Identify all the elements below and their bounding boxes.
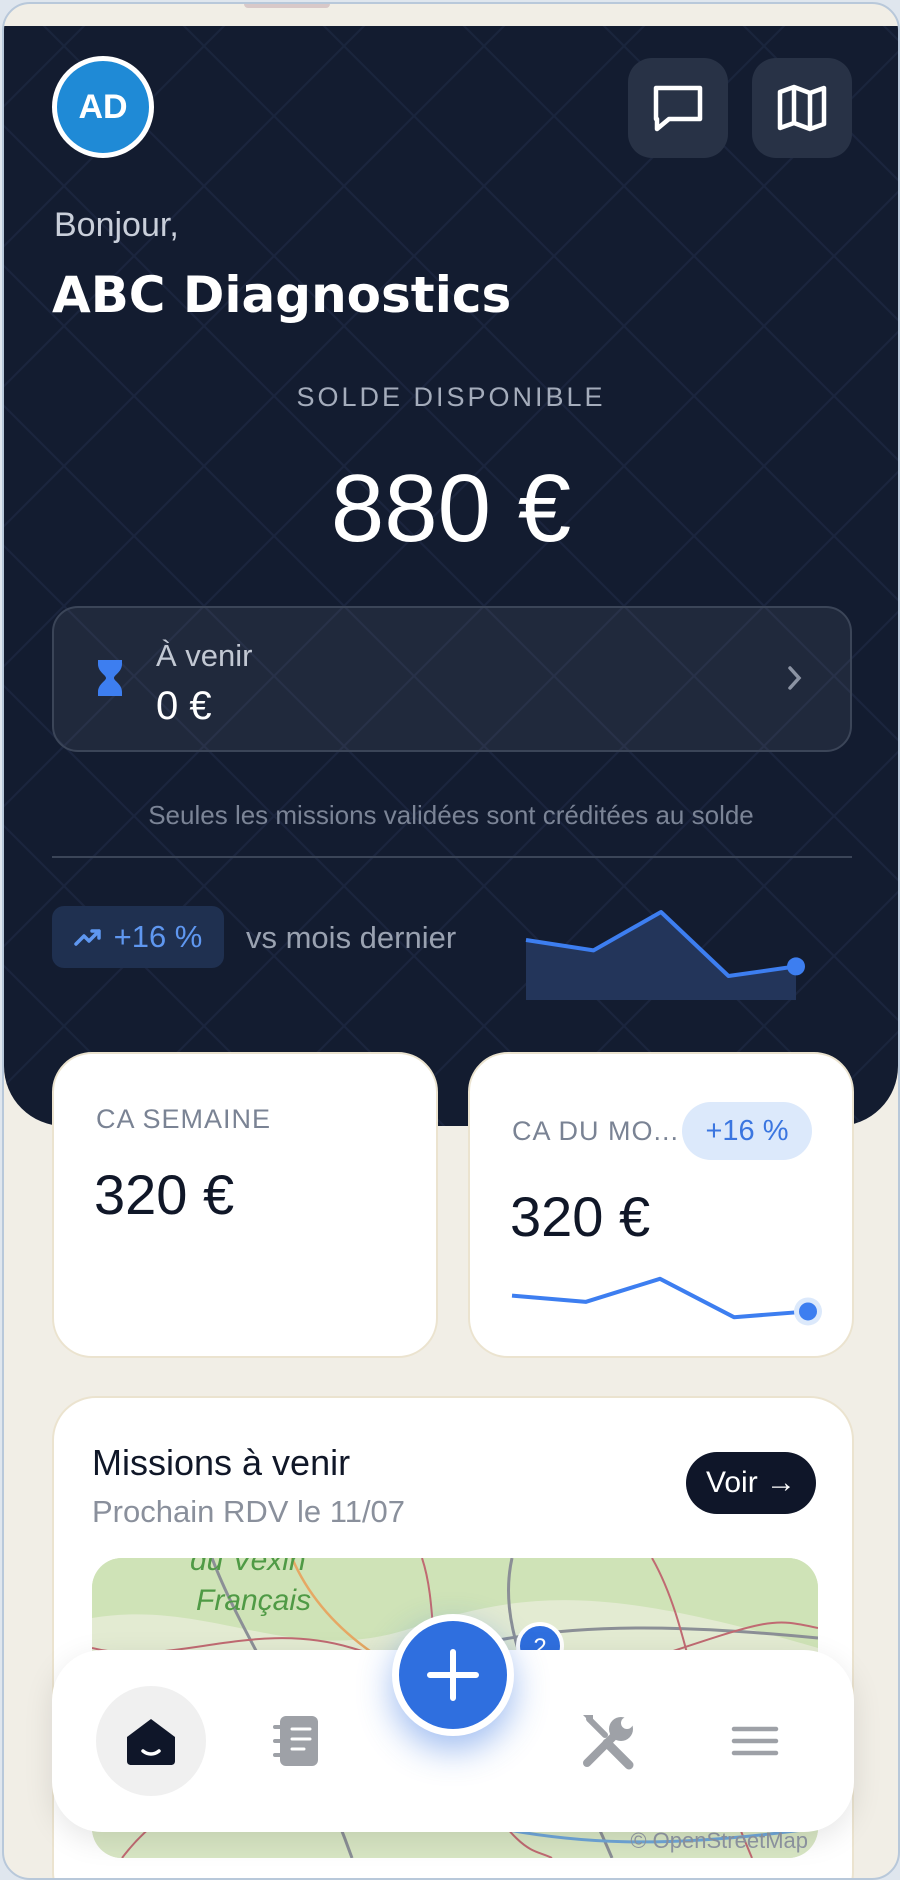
map-button[interactable] (752, 58, 852, 158)
balance-hero: AD Bonjour, ABC Diagnostics SOLDE DISPON… (4, 26, 898, 1126)
trend-sparkline (525, 910, 805, 1000)
menu-icon (731, 1726, 779, 1756)
month-sparkline (511, 1276, 822, 1326)
upcoming-amount: 0 € (156, 684, 212, 728)
nav-notebook[interactable] (242, 1686, 352, 1796)
nav-menu[interactable] (700, 1686, 810, 1796)
month-trend-badge: +16 % (682, 1102, 812, 1160)
trend-text: vs mois dernier (246, 920, 457, 955)
month-revenue-value: 320 € (510, 1185, 651, 1248)
nav-tools[interactable] (554, 1686, 664, 1796)
week-revenue-card[interactable]: CA SEMAINE 320 € (52, 1052, 438, 1358)
week-revenue-label: CA SEMAINE (96, 1104, 272, 1134)
week-revenue-value: 320 € (94, 1163, 235, 1226)
balance-label: SOLDE DISPONIBLE (296, 382, 606, 412)
notch (244, 4, 330, 8)
month-revenue-card[interactable]: CA DU MO... +16 % 320 € (468, 1052, 854, 1358)
map-icon (777, 84, 827, 132)
balance-note: Seules les missions validées sont crédit… (148, 800, 754, 830)
bottom-nav (52, 1614, 854, 1832)
upcoming-balance-row[interactable]: À venir 0 € (52, 606, 852, 752)
month-revenue-label: CA DU MO... (512, 1116, 680, 1146)
map-place-label: du Vexin (190, 1558, 306, 1577)
missions-title: Missions à venir (92, 1442, 351, 1483)
trend-badge: +16 % (52, 906, 224, 968)
greeting: Bonjour, (54, 206, 179, 244)
message-square-icon (653, 85, 703, 132)
app-screen: AD Bonjour, ABC Diagnostics SOLDE DISPON… (2, 2, 900, 1880)
home-icon (127, 1719, 175, 1765)
missions-subtitle: Prochain RDV le 11/07 (92, 1494, 406, 1529)
notebook-icon (273, 1716, 318, 1766)
voir-button-label: Voir → (705, 1466, 797, 1499)
company-name: ABC Diagnostics (52, 266, 512, 324)
voir-button[interactable]: Voir → (686, 1452, 816, 1514)
sparkline-area (526, 912, 796, 1000)
plus-icon (427, 1649, 479, 1701)
add-button[interactable] (392, 1614, 514, 1736)
messages-button[interactable] (628, 58, 728, 158)
balance-amount: 880 € (330, 455, 572, 562)
avatar-initials: AD (78, 87, 128, 126)
trending-up-icon (73, 929, 101, 946)
month-sparkline-end-dot (799, 1302, 817, 1321)
nav-home[interactable] (96, 1686, 206, 1796)
trend-badge-value: +16 % (113, 919, 203, 954)
upcoming-label: À venir (156, 638, 253, 673)
sparkline-end-dot (787, 957, 805, 976)
hourglass-icon (98, 660, 122, 696)
avatar[interactable]: AD (52, 56, 154, 158)
divider (52, 856, 852, 858)
chevron-right-icon (788, 666, 802, 690)
month-sparkline-line (511, 1276, 809, 1320)
map-place-label: Français (196, 1584, 312, 1617)
tools-icon (583, 1715, 634, 1770)
